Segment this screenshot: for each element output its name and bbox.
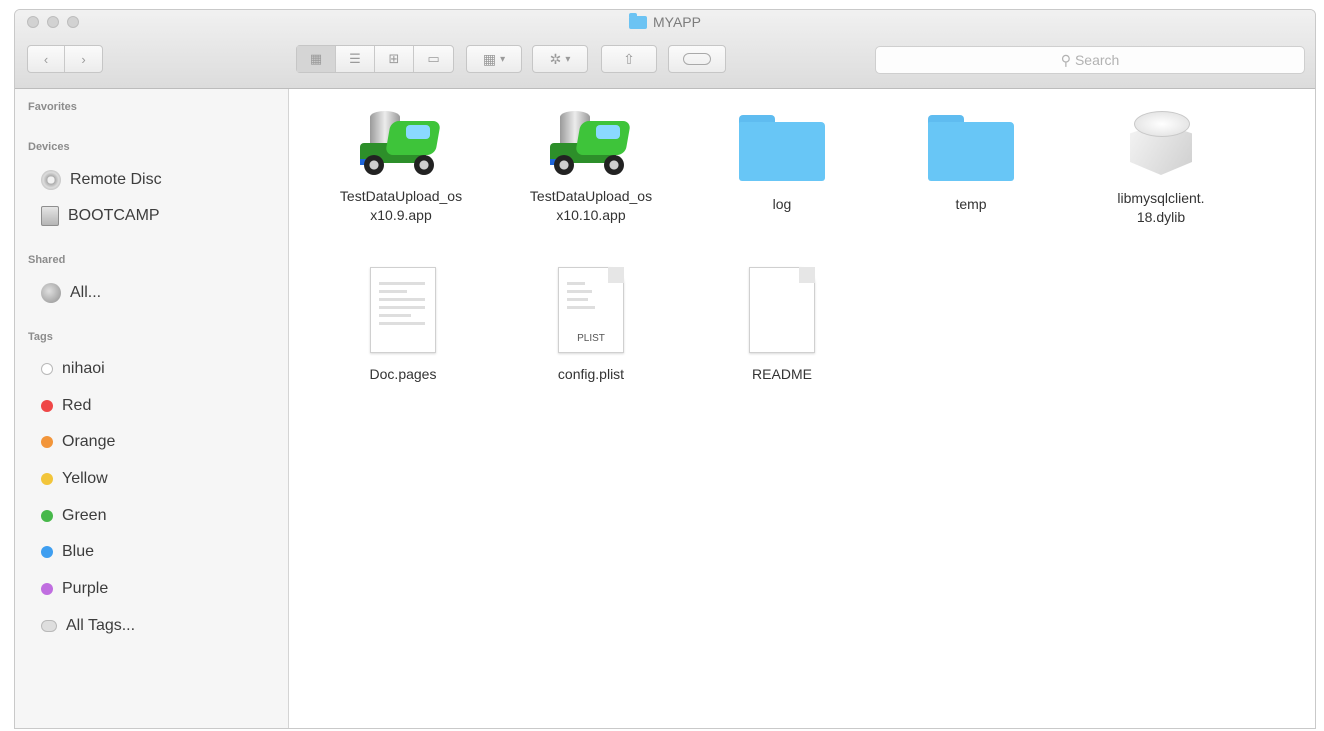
network-icon <box>41 283 61 303</box>
tag-label: Green <box>62 507 107 524</box>
file-item[interactable]: temp <box>881 105 1061 214</box>
file-item[interactable]: TestDataUpload_os x10.9.app <box>311 105 491 225</box>
tag-label: Yellow <box>62 470 108 487</box>
columns-icon: ⊞ <box>388 51 400 66</box>
sidebar-header-favorites: Favorites <box>28 101 77 113</box>
tag-dot-icon <box>41 400 53 412</box>
file-name: TestDataUpload_os x10.9.app <box>339 188 463 223</box>
disc-icon <box>41 170 61 190</box>
file-item[interactable]: libmysqlclient. 18.dylib <box>1071 105 1251 227</box>
finder-window: MYAPP ‹ › ▦ ☰ ⊞ ▭ ▦ ▾ ✲ ▾ ⇧ ⚲ Search Fav… <box>14 9 1316 729</box>
file-name: log <box>772 196 792 212</box>
tag-label: Purple <box>62 580 109 597</box>
file-item[interactable]: PLIST config.plist <box>501 267 681 384</box>
sidebar-header-shared: Shared <box>28 254 66 266</box>
sidebar-tag-yellow[interactable]: Yellow <box>41 467 108 491</box>
tag-label: Blue <box>62 543 95 560</box>
sidebar-item-remote-disc[interactable]: Remote Disc <box>41 168 162 192</box>
column-view-button[interactable]: ⊞ <box>375 46 414 72</box>
tag-dot-icon <box>41 473 53 485</box>
sidebar-tag-blue[interactable]: Blue <box>41 540 94 564</box>
tag-dot-icon <box>41 546 53 558</box>
folder-icon <box>928 115 1014 181</box>
tag-label: All Tags... <box>66 617 136 634</box>
file-name: Doc.pages <box>369 366 437 382</box>
sidebar-header-tags: Tags <box>28 331 53 343</box>
coverflow-view-button[interactable]: ▭ <box>414 46 453 72</box>
search-field[interactable]: ⚲ Search <box>875 46 1305 74</box>
sidebar-tag-all-tags[interactable]: All Tags... <box>41 614 135 638</box>
toolbar: MYAPP ‹ › ▦ ☰ ⊞ ▭ ▦ ▾ ✲ ▾ ⇧ ⚲ Search <box>15 10 1315 89</box>
sidebar-header-devices: Devices <box>28 141 70 153</box>
sidebar-tag-orange[interactable]: Orange <box>41 430 115 454</box>
tag-dot-icon <box>41 583 53 595</box>
sidebar-item-all-shared[interactable]: All... <box>41 281 101 305</box>
plist-badge: PLIST <box>577 333 605 344</box>
file-item[interactable]: log <box>692 105 872 214</box>
tag-dot-icon <box>41 436 53 448</box>
tag-icon <box>683 53 711 65</box>
sidebar-tag-purple[interactable]: Purple <box>41 577 108 601</box>
coverflow-icon: ▭ <box>427 51 440 66</box>
app-truck-icon <box>546 105 636 181</box>
tag-dot-icon <box>41 363 53 375</box>
file-item[interactable]: Doc.pages <box>313 267 493 384</box>
tag-dot-icon <box>41 510 53 522</box>
tag-label: Red <box>62 397 92 414</box>
tag-label: nihaoi <box>62 360 105 377</box>
chevron-down-icon: ▾ <box>500 53 506 65</box>
back-button[interactable]: ‹ <box>28 46 65 72</box>
tag-label: Orange <box>62 433 116 450</box>
all-tags-icon <box>41 620 57 632</box>
grid-icon: ▦ <box>309 51 323 66</box>
sidebar-item-bootcamp[interactable]: BOOTCAMP <box>41 204 160 228</box>
forward-button[interactable]: › <box>65 46 102 72</box>
sidebar-tag-green[interactable]: Green <box>41 504 106 528</box>
file-name: config.plist <box>557 366 625 382</box>
chevron-down-icon: ▾ <box>565 53 571 65</box>
share-icon: ⇧ <box>623 50 635 67</box>
gear-icon: ✲ <box>549 50 562 67</box>
arrange-button[interactable]: ▦ ▾ <box>466 45 522 73</box>
arrange-grid-icon: ▦ <box>482 50 497 67</box>
sidebar-item-label: All... <box>70 284 102 301</box>
file-name: TestDataUpload_os x10.10.app <box>529 188 653 223</box>
file-name: temp <box>955 196 987 212</box>
window-title-text: MYAPP <box>653 14 701 30</box>
search-icon: ⚲ <box>1060 51 1071 68</box>
file-browser: TestDataUpload_os x10.9.app TestDataUplo… <box>289 89 1315 728</box>
icon-view-button[interactable]: ▦ <box>297 46 336 72</box>
window-title: MYAPP <box>15 12 1315 30</box>
chevron-left-icon: ‹ <box>43 51 49 67</box>
sidebar-tag-red[interactable]: Red <box>41 394 91 418</box>
action-button[interactable]: ✲ ▾ <box>532 45 588 73</box>
sidebar: Favorites Devices Remote Disc BOOTCAMP S… <box>15 89 289 728</box>
share-button[interactable]: ⇧ <box>601 45 657 73</box>
chevron-right-icon: › <box>81 51 86 67</box>
file-name: README <box>752 366 812 382</box>
folder-icon <box>739 115 825 181</box>
sidebar-item-label: BOOTCAMP <box>68 207 160 224</box>
view-mode-control: ▦ ☰ ⊞ ▭ <box>296 45 454 73</box>
drive-icon <box>41 206 59 226</box>
search-placeholder: Search <box>1074 52 1120 68</box>
pages-document-icon <box>370 267 436 353</box>
list-icon: ☰ <box>349 51 361 66</box>
tags-button[interactable] <box>668 45 726 73</box>
library-icon <box>1126 105 1196 177</box>
folder-icon <box>629 12 647 29</box>
sidebar-item-label: Remote Disc <box>70 171 162 188</box>
file-name: libmysqlclient. 18.dylib <box>1117 190 1205 225</box>
nav-buttons: ‹ › <box>27 45 103 73</box>
file-item[interactable]: TestDataUpload_os x10.10.app <box>501 105 681 225</box>
text-document-icon <box>749 267 815 353</box>
sidebar-tag-nihaoi[interactable]: nihaoi <box>41 357 105 381</box>
file-item[interactable]: README <box>692 267 872 384</box>
app-truck-icon <box>356 105 446 181</box>
plist-document-icon: PLIST <box>558 267 624 353</box>
list-view-button[interactable]: ☰ <box>336 46 375 72</box>
